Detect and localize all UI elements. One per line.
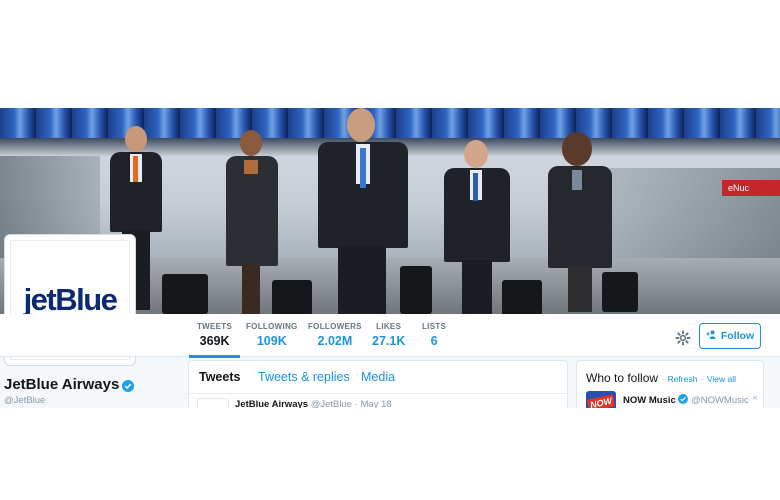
profile-handle[interactable]: @JetBlue — [4, 395, 134, 406]
timeline-tabs: Tweets Tweets & replies Media — [189, 361, 567, 394]
refresh-link[interactable]: Refresh — [668, 374, 698, 384]
suggestion-item: NOW NOW Music @NOWMusic × — [586, 391, 758, 408]
timeline-card: Tweets Tweets & replies Media JetBlue Ai… — [188, 360, 568, 408]
close-icon[interactable]: × — [752, 393, 758, 404]
tweet-header: JetBlue Airways @JetBlue · May 18 — [235, 399, 392, 408]
verified-icon — [122, 379, 135, 392]
tweet-date[interactable]: May 18 — [360, 399, 391, 408]
stat-likes[interactable]: LIKES 27.1K — [372, 322, 405, 348]
tweet-avatar[interactable] — [197, 398, 229, 408]
tab-tweets[interactable]: Tweets — [199, 370, 240, 384]
tab-tweets-replies[interactable]: Tweets & replies — [258, 370, 350, 384]
suggestion-name-line: NOW Music @NOWMusic — [623, 394, 749, 406]
stat-tweets[interactable]: TWEETS 369K — [188, 322, 241, 358]
who-to-follow-header: Who to follow · Refresh · View all — [586, 371, 736, 385]
suggestion-handle[interactable]: @NOWMusic — [691, 395, 749, 406]
stat-followers[interactable]: FOLLOWERS 2.02M — [308, 322, 362, 348]
suggestion-avatar[interactable]: NOW — [586, 391, 616, 408]
tweet-separator: · — [354, 399, 358, 408]
profile-name-block: JetBlue Airways @JetBlue — [4, 376, 135, 406]
jetblue-logo: jetBlue — [23, 282, 118, 317]
tweet-author-name[interactable]: JetBlue Airways — [235, 399, 308, 408]
tab-media[interactable]: Media — [361, 370, 395, 384]
follow-button[interactable]: Follow — [699, 323, 761, 349]
add-user-icon — [706, 330, 717, 342]
banner-sign: eNuc — [722, 180, 780, 196]
follow-button-label: Follow — [720, 330, 755, 342]
stat-lists[interactable]: LISTS 6 — [422, 322, 446, 348]
who-to-follow-title: Who to follow — [586, 371, 659, 385]
tweet-author-handle[interactable]: @JetBlue — [311, 399, 352, 408]
profile-page: eNuc jetBlue TWEETS 369K FOLLOWING 109K … — [0, 108, 780, 408]
view-all-link[interactable]: View all — [707, 374, 736, 384]
verified-icon — [678, 394, 689, 404]
profile-display-name[interactable]: JetBlue Airways — [4, 376, 119, 393]
gear-icon[interactable] — [675, 330, 691, 346]
stat-following[interactable]: FOLLOWING 109K — [246, 322, 298, 348]
profile-nav: TWEETS 369K FOLLOWING 109K FOLLOWERS 2.0… — [0, 314, 780, 358]
banner-ceiling — [0, 108, 780, 138]
suggestion-name[interactable]: NOW Music — [623, 395, 676, 406]
who-to-follow-card: Who to follow · Refresh · View all NOW N… — [576, 360, 764, 408]
